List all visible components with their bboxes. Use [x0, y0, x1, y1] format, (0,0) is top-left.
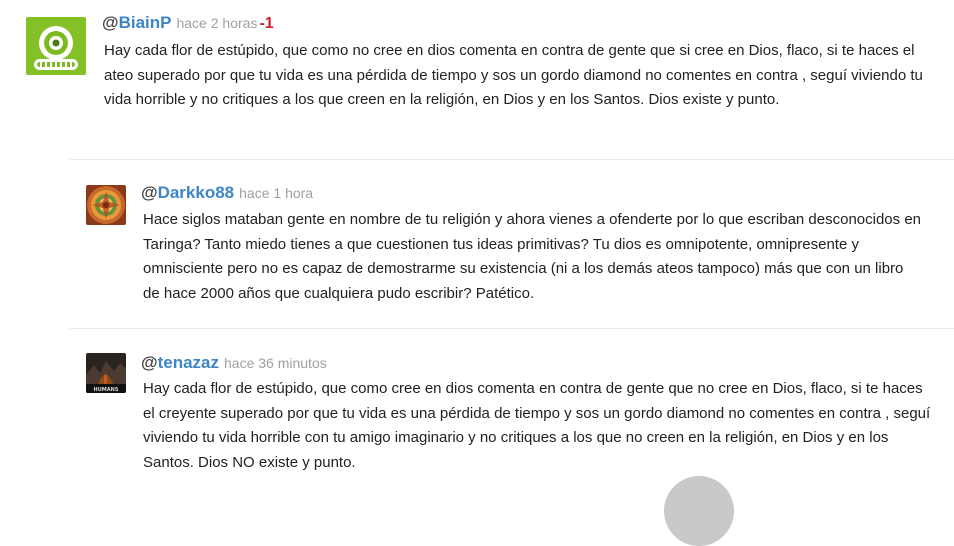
at-sign: @ [141, 353, 158, 372]
comment-time: hace 2 horas [176, 15, 258, 31]
username-link[interactable]: tenazaz [158, 353, 219, 372]
comment-text: Hay cada flor de estúpido, que como no c… [104, 42, 923, 108]
comment-header: @BiainP hace 2 horas -1 [102, 13, 274, 34]
username-link[interactable]: Darkko88 [158, 183, 235, 202]
comment-header: @Darkko88 hace 1 hora [141, 183, 313, 204]
comment-divider [70, 328, 954, 329]
comment-time: hace 1 hora [239, 185, 314, 201]
avatar[interactable] [26, 17, 86, 75]
svg-text:HUMANS: HUMANS [94, 387, 119, 393]
green-robot-icon [26, 17, 86, 75]
at-sign: @ [102, 13, 119, 32]
vote-count: -1 [259, 15, 274, 32]
comment-time: hace 36 minutos [224, 355, 327, 371]
comment-divider [70, 159, 954, 160]
username-link[interactable]: BiainP [119, 13, 172, 32]
comment-text: Hace siglos mataban gente en nombre de t… [143, 211, 922, 302]
mandala-icon [86, 185, 126, 225]
avatar[interactable]: HUMANS [86, 353, 126, 393]
scroll-to-top-button[interactable] [664, 476, 734, 546]
comment-header: @tenazaz hace 36 minutos [141, 353, 327, 374]
dark-scene-icon: HUMANS [86, 353, 126, 393]
avatar[interactable] [86, 185, 126, 225]
at-sign: @ [141, 183, 158, 202]
comment-text: Hay cada flor de estúpido, que como cree… [143, 380, 931, 471]
